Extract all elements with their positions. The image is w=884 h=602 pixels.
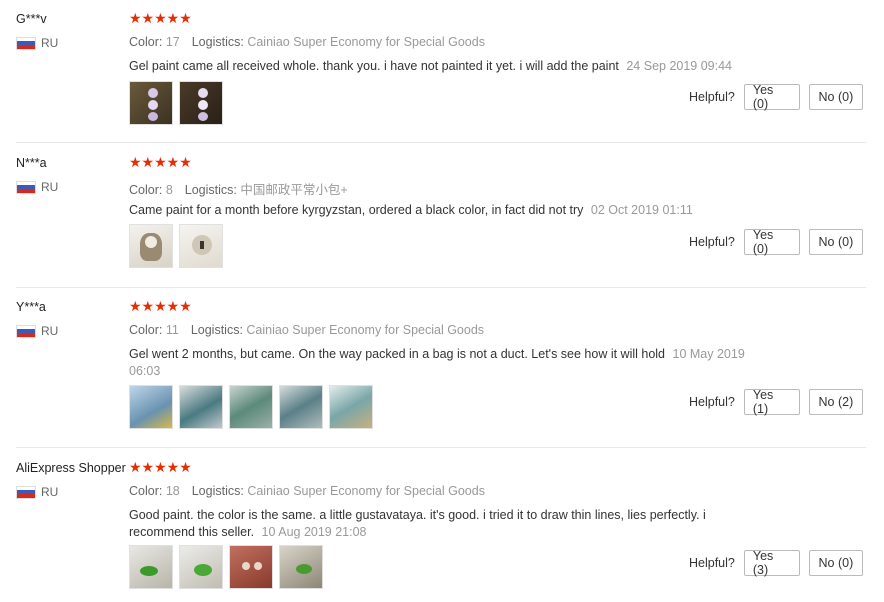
helpful-label: Helpful?: [689, 556, 735, 570]
review-photo[interactable]: [279, 385, 323, 429]
review-photo[interactable]: [129, 224, 173, 268]
star-rating: ★★★★★: [129, 10, 192, 26]
review-photo[interactable]: [329, 385, 373, 429]
helpful-votes: Helpful? Yes (1) No (2): [689, 388, 863, 416]
helpful-label: Helpful?: [689, 235, 735, 249]
review-photo[interactable]: [229, 545, 273, 589]
helpful-yes-button[interactable]: Yes (0): [743, 83, 800, 111]
logistics-value: Cainiao Super Economy for Special Goods: [247, 35, 485, 49]
reviewer-country: RU: [16, 324, 58, 338]
review-meta: Color: 17 Logistics: Cainiao Super Econom…: [129, 35, 485, 49]
review-date: 24 Sep 2019 09:44: [626, 59, 733, 73]
review-photos: [129, 545, 323, 589]
review-text: Good paint. the color is the same. a lit…: [129, 507, 749, 541]
reviewer-country: RU: [16, 485, 58, 499]
country-code: RU: [41, 485, 59, 499]
review-text: Came paint for a month before kyrgyzstan…: [129, 202, 749, 219]
helpful-yes-button[interactable]: Yes (0): [743, 228, 800, 256]
color-value: 11: [165, 323, 179, 337]
logistics-value: Cainiao Super Economy for Special Goods: [246, 323, 485, 337]
review-text: Gel paint came all received whole. thank…: [129, 58, 749, 75]
helpful-label: Helpful?: [689, 90, 735, 104]
review-photo[interactable]: [129, 385, 173, 429]
review-body: Gel went 2 months, but came. On the way …: [129, 347, 666, 361]
review-photo[interactable]: [279, 545, 323, 589]
review-photo[interactable]: [229, 385, 273, 429]
helpful-votes: Helpful? Yes (0) No (0): [689, 83, 863, 111]
review-photos: [129, 224, 223, 268]
review-body: Came paint for a month before kyrgyzstan…: [129, 203, 584, 217]
helpful-yes-button[interactable]: Yes (1): [743, 388, 800, 416]
review-photo[interactable]: [129, 81, 173, 125]
divider: [16, 287, 866, 288]
review-photos: [129, 81, 223, 125]
logistics-value: 中国邮政平常小包+: [240, 183, 348, 197]
reviewer-name: G***v: [16, 12, 47, 26]
country-code: RU: [41, 180, 59, 194]
helpful-yes-button[interactable]: Yes (3): [743, 549, 800, 577]
review-photo[interactable]: [179, 224, 223, 268]
russia-flag-icon: [16, 36, 36, 50]
russia-flag-icon: [16, 485, 36, 499]
review-text: Gel went 2 months, but came. On the way …: [129, 346, 749, 380]
helpful-votes: Helpful? Yes (0) No (0): [689, 228, 863, 256]
logistics-label: Logistics:: [190, 323, 243, 337]
review-body: Good paint. the color is the same. a lit…: [129, 508, 706, 539]
review-photo[interactable]: [129, 545, 173, 589]
star-rating: ★★★★★: [129, 459, 192, 475]
reviewer-country: RU: [16, 36, 58, 50]
color-label: Color:: [129, 35, 163, 49]
logistics-value: Cainiao Super Economy for Special Goods: [247, 484, 485, 498]
country-code: RU: [41, 324, 59, 338]
review-meta: Color: 11 Logistics: Cainiao Super Econom…: [129, 323, 484, 337]
logistics-label: Logistics:: [184, 183, 237, 197]
helpful-no-button[interactable]: No (0): [808, 550, 863, 576]
color-value: 8: [165, 183, 173, 197]
country-code: RU: [41, 36, 59, 50]
review-date: 10 Aug 2019 21:08: [261, 525, 367, 539]
review-meta: Color: 18 Logistics: Cainiao Super Econom…: [129, 484, 485, 498]
divider: [16, 142, 866, 143]
review-photo[interactable]: [179, 385, 223, 429]
russia-flag-icon: [16, 180, 36, 194]
reviewer-country: RU: [16, 180, 58, 194]
logistics-label: Logistics:: [191, 35, 244, 49]
review-body: Gel paint came all received whole. thank…: [129, 59, 619, 73]
review-date: 02 Oct 2019 01:11: [590, 203, 693, 217]
review-meta: Color: 8 Logistics: 中国邮政平常小包+: [129, 179, 348, 198]
reviewer-name: Y***a: [16, 300, 46, 314]
helpful-no-button[interactable]: No (2): [808, 389, 863, 415]
star-rating: ★★★★★: [129, 298, 192, 314]
helpful-votes: Helpful? Yes (3) No (0): [689, 549, 863, 577]
logistics-label: Logistics:: [191, 484, 244, 498]
star-rating: ★★★★★: [129, 154, 192, 170]
helpful-no-button[interactable]: No (0): [808, 84, 863, 110]
color-value: 17: [165, 35, 180, 49]
review-photos: [129, 385, 373, 429]
color-label: Color:: [129, 484, 163, 498]
color-label: Color:: [129, 323, 163, 337]
review-photo[interactable]: [179, 545, 223, 589]
helpful-label: Helpful?: [689, 395, 735, 409]
reviewer-name: AliExpress Shopper: [16, 461, 126, 475]
russia-flag-icon: [16, 324, 36, 338]
color-label: Color:: [129, 183, 163, 197]
helpful-no-button[interactable]: No (0): [808, 229, 863, 255]
color-value: 18: [165, 484, 180, 498]
reviewer-name: N***a: [16, 156, 47, 170]
divider: [16, 447, 866, 448]
review-photo[interactable]: [179, 81, 223, 125]
